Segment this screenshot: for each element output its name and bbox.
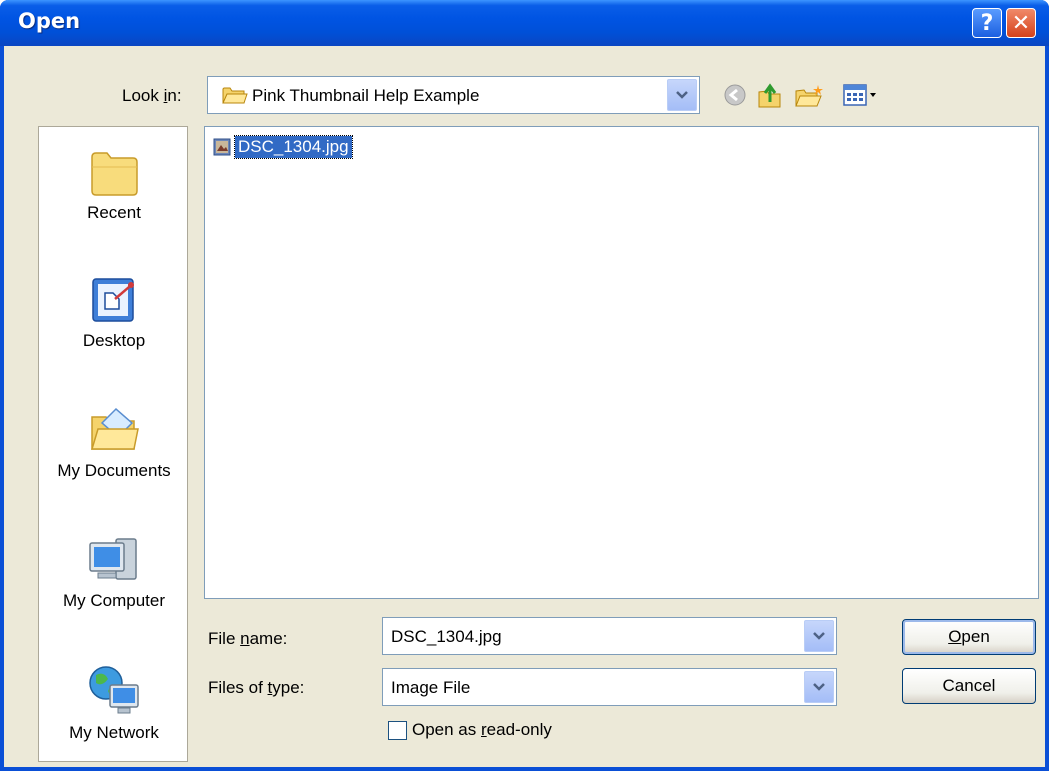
help-button[interactable]: ? bbox=[972, 8, 1002, 38]
new-folder-icon[interactable] bbox=[794, 82, 826, 110]
file-name-value: DSC_1304.jpg bbox=[391, 627, 502, 646]
place-recent[interactable]: Recent bbox=[39, 147, 187, 223]
place-desktop[interactable]: Desktop bbox=[39, 273, 187, 351]
close-button[interactable]: ✕ bbox=[1006, 8, 1036, 38]
files-of-type-dropdown[interactable]: Image File bbox=[382, 668, 837, 706]
file-name-label: DSC_1304.jpg bbox=[234, 135, 353, 159]
views-menu-icon[interactable] bbox=[842, 82, 882, 108]
image-file-icon bbox=[213, 138, 231, 156]
look-in-dropdown-arrow[interactable] bbox=[667, 79, 697, 111]
my-documents-icon bbox=[90, 407, 139, 450]
chevron-down-icon bbox=[813, 683, 825, 691]
files-of-type-value: Image File bbox=[391, 678, 471, 697]
title-bar[interactable]: Open ? ✕ bbox=[0, 0, 1049, 46]
folder-open-icon bbox=[222, 87, 248, 104]
look-in-dropdown[interactable]: Pink Thumbnail Help Example bbox=[207, 76, 700, 114]
read-only-checkbox[interactable] bbox=[388, 721, 407, 740]
place-my-computer[interactable]: My Computer bbox=[39, 533, 187, 611]
up-folder-icon[interactable] bbox=[756, 82, 786, 110]
back-icon[interactable] bbox=[722, 82, 748, 108]
read-only-label[interactable]: Open as read-only bbox=[412, 720, 552, 740]
chevron-down-icon bbox=[813, 632, 825, 640]
look-in-value: Pink Thumbnail Help Example bbox=[252, 86, 480, 105]
cancel-button[interactable]: Cancel bbox=[902, 668, 1036, 704]
look-in-label: Look in: bbox=[122, 86, 182, 105]
help-icon: ? bbox=[980, 10, 994, 36]
place-my-network[interactable]: My Network bbox=[39, 661, 187, 743]
file-list[interactable]: DSC_1304.jpg bbox=[204, 126, 1039, 599]
chevron-down-icon bbox=[676, 91, 688, 99]
file-name-dropdown-arrow[interactable] bbox=[804, 620, 834, 652]
open-button[interactable]: Open bbox=[902, 619, 1036, 655]
file-name-input[interactable]: DSC_1304.jpg bbox=[382, 617, 837, 655]
desktop-icon bbox=[92, 278, 134, 322]
close-icon: ✕ bbox=[1011, 10, 1031, 36]
dialog-title: Open bbox=[18, 9, 81, 33]
my-network-icon bbox=[89, 666, 139, 714]
my-computer-icon bbox=[89, 538, 137, 580]
file-name-label: File name: bbox=[208, 629, 288, 648]
open-dialog: Open ? ✕ Look in: Pink Thumbnail Help Ex… bbox=[0, 0, 1049, 771]
files-of-type-dropdown-arrow[interactable] bbox=[804, 671, 834, 703]
list-item[interactable]: DSC_1304.jpg bbox=[213, 135, 353, 159]
places-bar: Recent Desktop My Documents My Computer … bbox=[38, 126, 188, 762]
place-my-documents[interactable]: My Documents bbox=[39, 403, 187, 481]
files-of-type-label: Files of type: bbox=[208, 678, 305, 697]
recent-icon bbox=[91, 152, 138, 196]
